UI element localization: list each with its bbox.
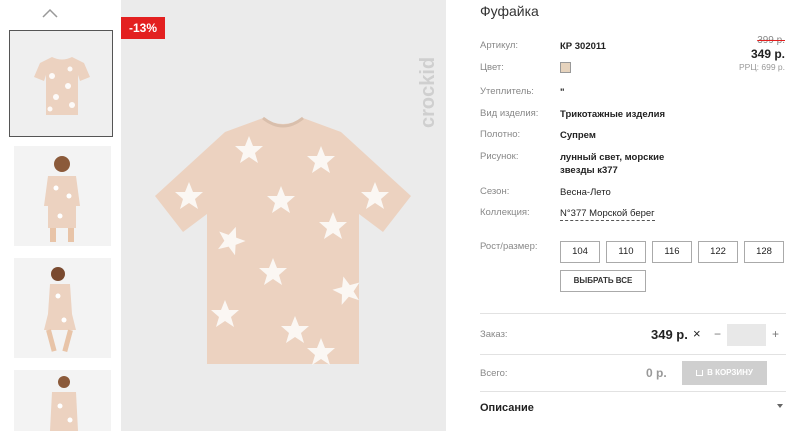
- label-collection: Коллекция:: [480, 207, 530, 218]
- total-value: 0 р.: [646, 366, 667, 380]
- value-insulation: ": [560, 87, 565, 98]
- label-pattern: Рисунок:: [480, 151, 519, 162]
- divider: [480, 391, 786, 392]
- product-photo: [155, 116, 411, 365]
- product-info-panel: Фуфайка Артикул: КР 302011 Цвет: Утеплит…: [476, 0, 800, 431]
- label-fabric: Полотно:: [480, 129, 521, 140]
- thumbnail-column: [9, 0, 115, 431]
- size-button-128[interactable]: 128: [744, 241, 784, 263]
- select-all-sizes-button[interactable]: ВЫБРАТЬ ВСЕ: [560, 270, 646, 292]
- value-article: КР 302011: [560, 41, 606, 52]
- value-pattern: лунный свет, морские звезды к377: [560, 152, 665, 176]
- label-season: Сезон:: [480, 186, 510, 197]
- thumbnail-model-front[interactable]: [14, 146, 111, 246]
- description-heading[interactable]: Описание: [480, 402, 534, 414]
- product-title: Фуфайка: [480, 3, 539, 19]
- label-total: Всего:: [480, 368, 508, 379]
- collection-link[interactable]: N°377 Морской берег: [560, 207, 655, 221]
- add-to-cart-button[interactable]: В КОРЗИНУ: [682, 361, 767, 385]
- thumbnail-model-side[interactable]: [14, 258, 111, 358]
- decrease-quantity-button[interactable]: −: [714, 327, 721, 341]
- main-product-image[interactable]: -13% crockid: [121, 0, 446, 431]
- cart-icon: [696, 370, 704, 376]
- recommended-price: РРЦ: 699 р.: [739, 62, 785, 72]
- increase-quantity-button[interactable]: +: [772, 327, 779, 341]
- color-swatch[interactable]: [560, 62, 571, 73]
- chevron-down-icon[interactable]: [777, 404, 783, 408]
- old-price: 399 р.: [757, 35, 785, 46]
- label-color: Цвет:: [480, 62, 504, 73]
- size-button-110[interactable]: 110: [606, 241, 646, 263]
- chevron-up-icon[interactable]: [40, 5, 60, 21]
- order-price: 349 р.: [651, 327, 688, 342]
- divider: [480, 354, 786, 355]
- label-type: Вид изделия:: [480, 108, 539, 119]
- close-icon[interactable]: ×: [693, 326, 701, 341]
- divider: [480, 313, 786, 314]
- label-article: Артикул:: [480, 40, 519, 51]
- quantity-input[interactable]: [727, 324, 766, 346]
- add-to-cart-label: В КОРЗИНУ: [707, 368, 753, 377]
- size-button-122[interactable]: 122: [698, 241, 738, 263]
- size-button-104[interactable]: 104: [560, 241, 600, 263]
- value-season: Весна-Лето: [560, 187, 611, 198]
- label-size: Рост/размер:: [480, 241, 538, 252]
- thumbnail-model-back[interactable]: [14, 370, 111, 431]
- label-order: Заказ:: [480, 329, 508, 340]
- size-button-116[interactable]: 116: [652, 241, 692, 263]
- label-insulation: Утеплитель:: [480, 86, 534, 97]
- value-fabric: Супрем: [560, 130, 596, 141]
- value-type: Трикотажные изделия: [560, 109, 666, 120]
- thumbnail-shirt-flat[interactable]: [9, 30, 113, 137]
- current-price: 349 р.: [750, 47, 785, 61]
